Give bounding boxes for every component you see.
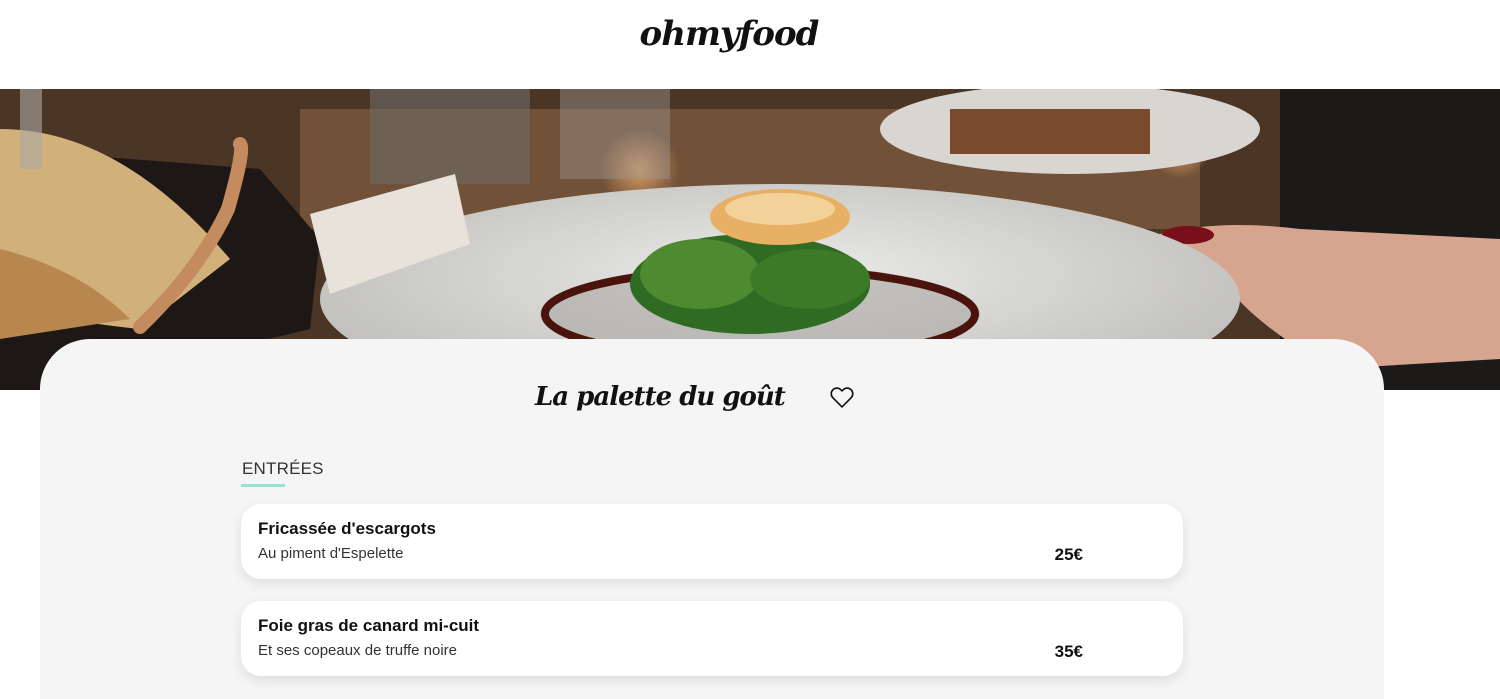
section-underline [241, 484, 285, 487]
dish-card[interactable]: Foie gras de canard mi-cuit Et ses copea… [241, 601, 1183, 676]
restaurant-name: La palette du goût [535, 382, 786, 412]
dish-description: Au piment d'Espelette [258, 545, 404, 562]
site-header: ohmyfood [0, 0, 1500, 89]
dish-price: 25€ [1054, 545, 1083, 564]
section-title-entrees: ENTRÉES [242, 459, 324, 478]
dish-description: Et ses copeaux de truffe noire [258, 642, 458, 659]
dish-price: 35€ [1054, 642, 1083, 661]
dish-name: Fricassée d'escargots [258, 519, 436, 538]
heart-icon[interactable] [828, 383, 856, 411]
site-logo[interactable]: ohmyfood [0, 14, 1458, 54]
dish-card[interactable]: Fricassée d'escargots Au piment d'Espele… [241, 504, 1183, 579]
dish-name: Foie gras de canard mi-cuit [258, 616, 480, 635]
